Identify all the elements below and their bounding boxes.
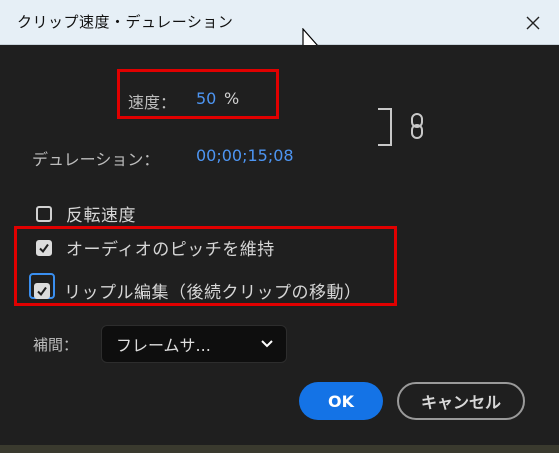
ripple-edit-checkbox[interactable] bbox=[34, 282, 50, 299]
close-icon bbox=[526, 16, 540, 29]
check-icon bbox=[37, 286, 47, 296]
close-button[interactable] bbox=[507, 0, 559, 45]
cancel-button[interactable]: キャンセル bbox=[397, 382, 525, 420]
reverse-speed-checkbox[interactable] bbox=[36, 205, 52, 222]
reverse-speed-option[interactable]: 反転速度 bbox=[36, 201, 136, 226]
speed-value[interactable]: 50 bbox=[196, 89, 216, 108]
window-title: クリップ速度・デュレーション bbox=[17, 13, 234, 31]
ok-button[interactable]: OK bbox=[299, 382, 383, 420]
duration-value[interactable]: 00;00;15;08 bbox=[196, 146, 294, 165]
title-bar: クリップ速度・デュレーション bbox=[0, 0, 559, 45]
ripple-edit-option[interactable]: リップル編集（後続クリップの移動） bbox=[34, 278, 362, 303]
duration-label: デュレーション： bbox=[32, 150, 160, 169]
ripple-edit-label: リップル編集（後続クリップの移動） bbox=[64, 283, 362, 303]
maintain-pitch-checkbox[interactable] bbox=[36, 239, 52, 256]
chevron-down-icon bbox=[261, 340, 273, 348]
speed-label: 速度： bbox=[128, 93, 177, 112]
interpolation-label: 補間： bbox=[33, 336, 79, 354]
speed-unit: % bbox=[224, 89, 240, 108]
reverse-speed-label: 反転速度 bbox=[66, 206, 136, 226]
interpolation-selected: フレームサ... bbox=[116, 336, 211, 355]
maintain-pitch-option[interactable]: オーディオのピッチを維持 bbox=[36, 235, 275, 260]
link-icon[interactable] bbox=[410, 113, 424, 139]
link-bracket bbox=[378, 108, 392, 146]
dialog-content: 速度： 50 % デュレーション： 00;00;15;08 反転速度 オーディオ… bbox=[0, 45, 559, 453]
check-icon bbox=[39, 243, 49, 253]
background-strip bbox=[0, 445, 559, 453]
interpolation-dropdown[interactable]: フレームサ... bbox=[101, 325, 287, 363]
maintain-pitch-label: オーディオのピッチを維持 bbox=[66, 240, 275, 260]
